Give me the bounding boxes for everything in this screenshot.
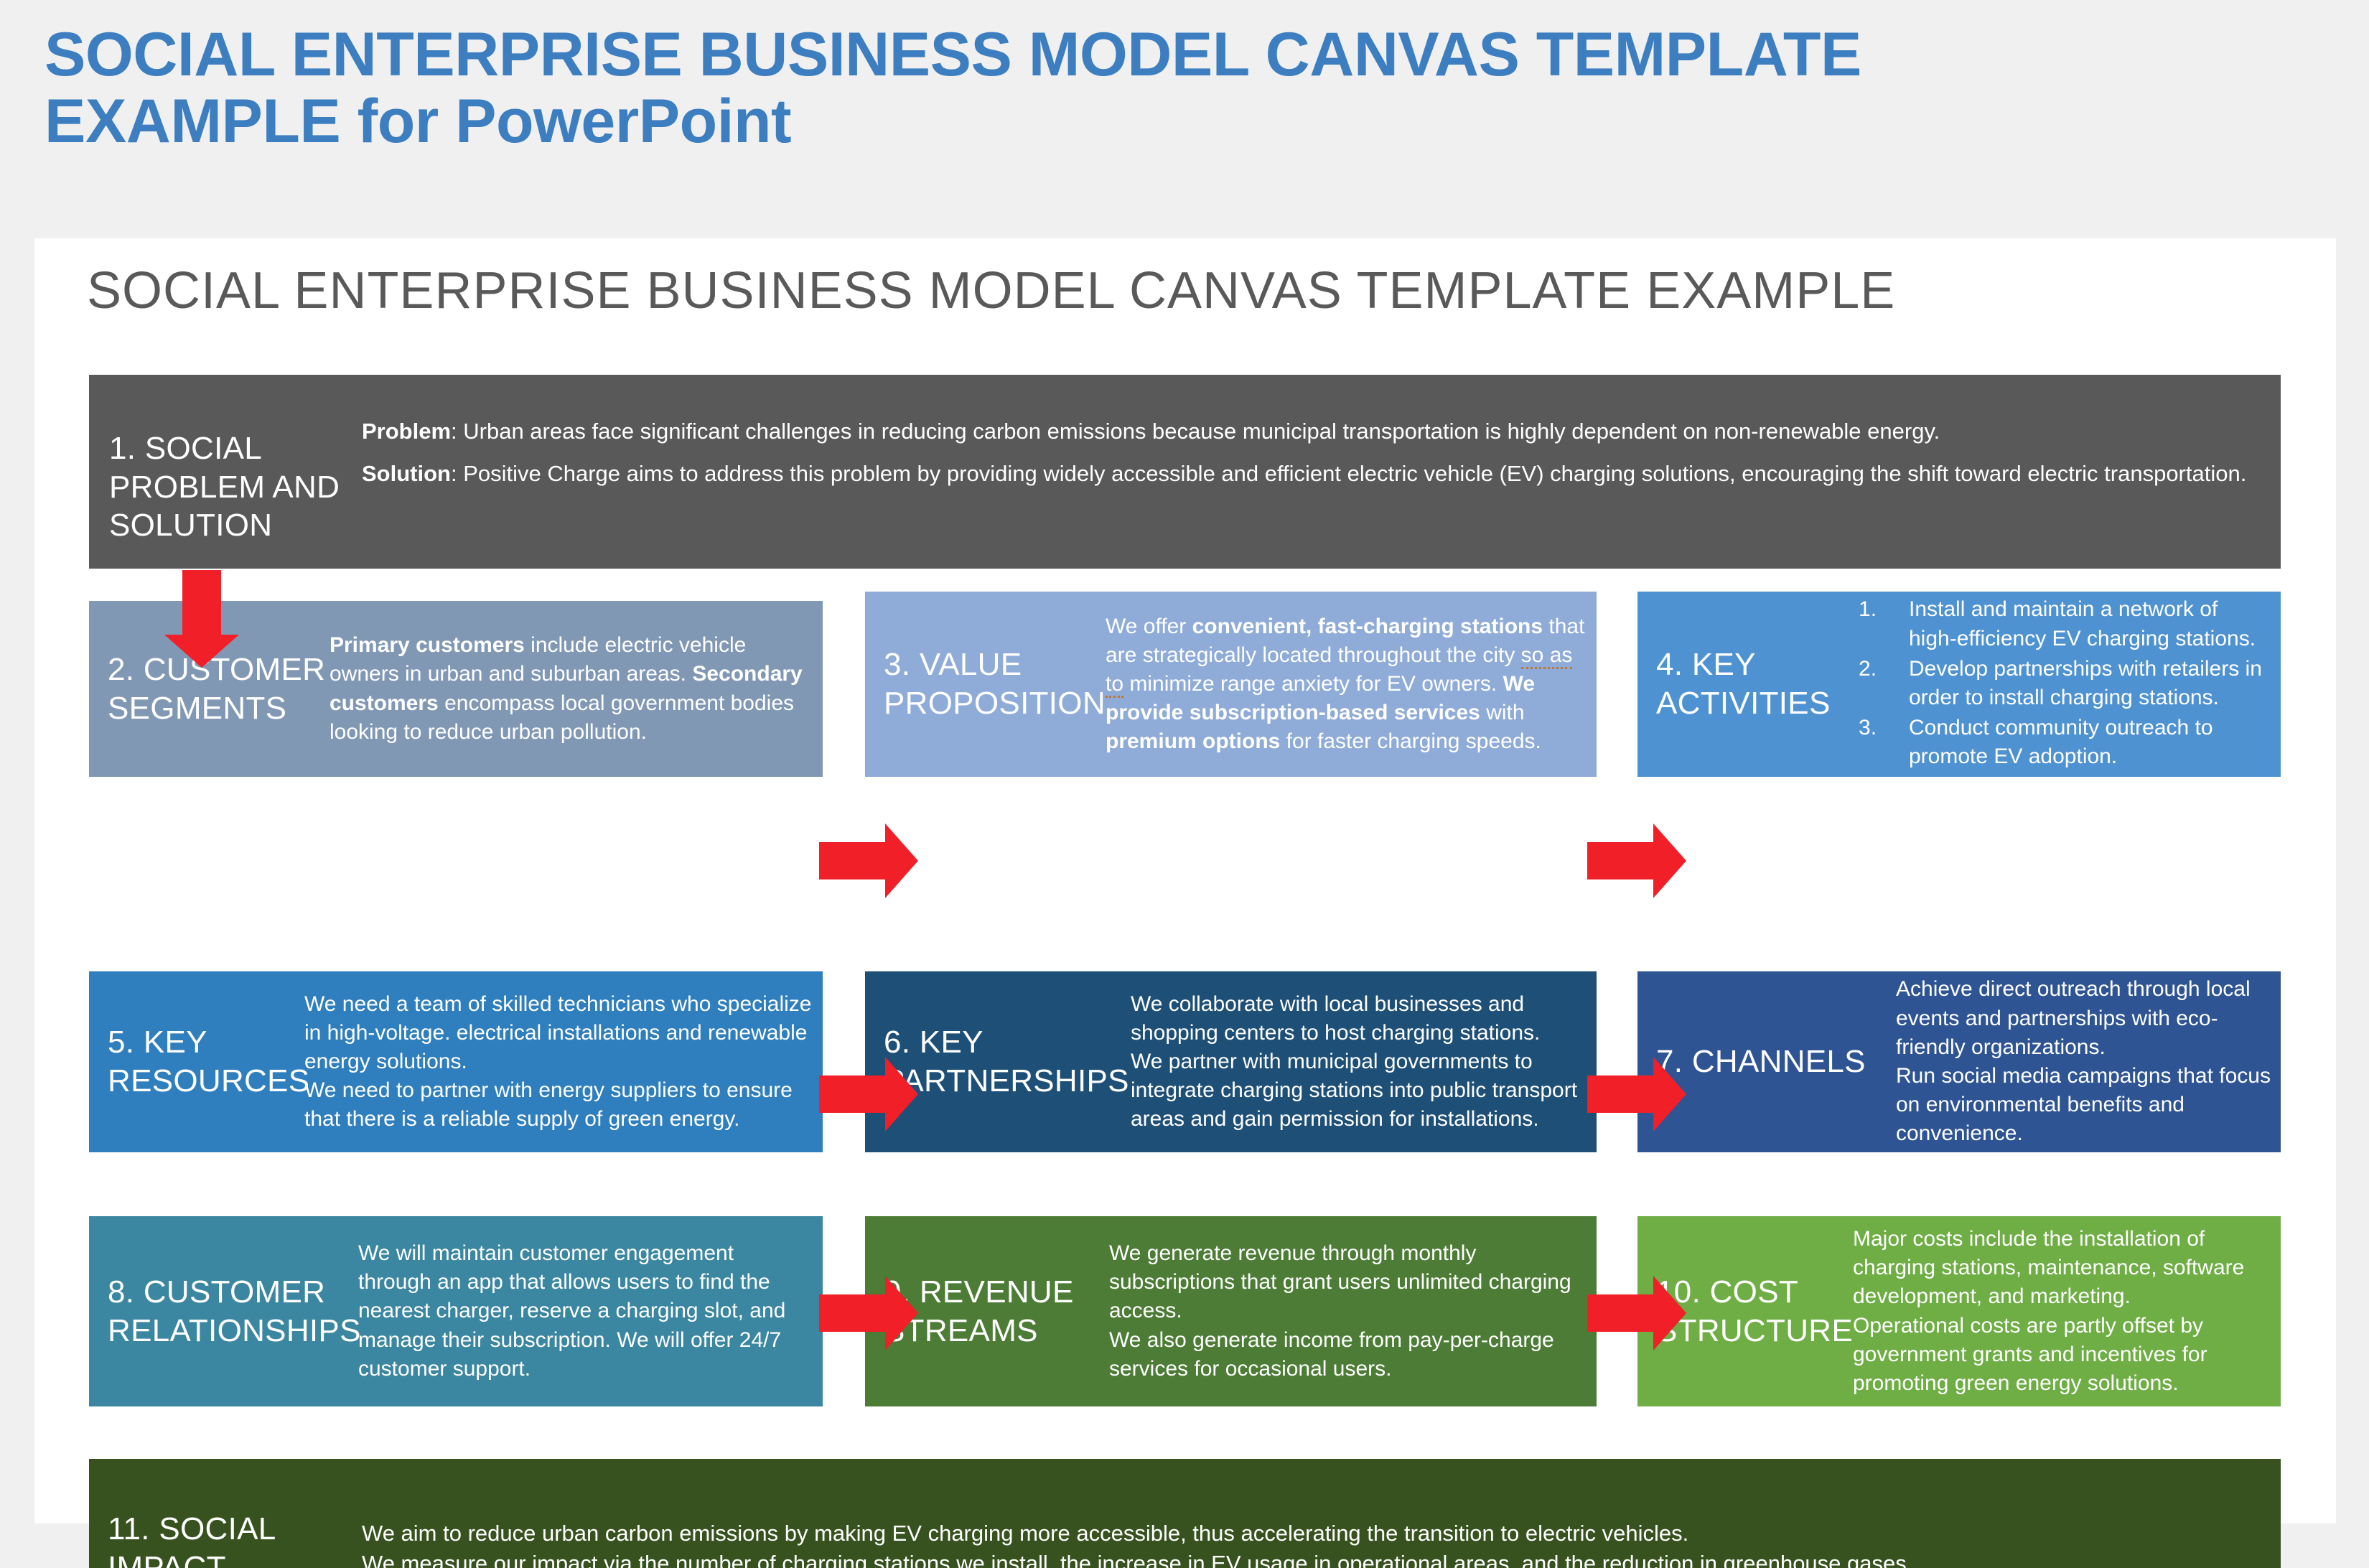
lead-problem: Problem (362, 419, 452, 444)
arrow-right-icon (819, 1294, 885, 1332)
page-title-line-2: EXAMPLE for PowerPoint (45, 86, 792, 156)
text-line: We partner with municipal governments to… (1131, 1049, 1578, 1131)
block-key-partnerships[interactable]: 6. KEY PARTNERSHIPS We collaborate with … (865, 971, 1597, 1152)
vp-seg-6: with (1480, 701, 1525, 725)
block-cost-structure[interactable]: 10. COST STRUCTURE Major costs include t… (1637, 1216, 2281, 1406)
text-line: We need a team of skilled technicians wh… (304, 991, 812, 1073)
vp-seg-4: minimize range anxiety for EV owners. (1123, 671, 1503, 696)
block-body: We collaborate with local businesses and… (1131, 990, 1597, 1134)
block-body: We offer convenient, fast-charging stati… (1106, 612, 1597, 757)
vp-seg-7: premium options (1106, 729, 1281, 754)
text-line: We also generate income from pay-per-cha… (1109, 1327, 1554, 1381)
arrow-right-icon (819, 842, 885, 879)
block-body: We need a team of skilled technicians wh… (304, 990, 823, 1134)
block-body: We aim to reduce urban carbon emissions … (362, 1518, 2281, 1568)
text-line: We generate revenue through monthly subs… (1109, 1241, 1571, 1323)
arrow-right-icon (1587, 1075, 1653, 1113)
arrow-right-icon (1587, 842, 1653, 879)
text-problem: : Urban areas face significant challenge… (451, 419, 1940, 444)
slide-root: SOCIAL ENTERPRISE BUSINESS MODEL CANVAS … (0, 0, 2369, 1568)
vp-seg-8: for faster charging speeds. (1280, 729, 1541, 754)
page-title: SOCIAL ENTERPRISE BUSINESS MODEL CANVAS … (45, 22, 2327, 155)
text-line: Run social media campaigns that focus on… (1896, 1064, 2271, 1146)
page-title-line-1: SOCIAL ENTERPRISE BUSINESS MODEL CANVAS … (45, 20, 1861, 89)
block-label: 4. KEY ACTIVITIES (1656, 647, 1831, 721)
text-line: We will maintain customer engagement thr… (358, 1241, 786, 1381)
text-line: We aim to reduce urban carbon emissions … (362, 1521, 1689, 1546)
block-label: 3. VALUE PROPOSITION (884, 647, 1106, 721)
block-label: 5. KEY RESOURCES (108, 1025, 310, 1098)
arrow-right-icon (1587, 1294, 1653, 1332)
vp-seg-0: We offer (1106, 614, 1192, 638)
block-value-proposition[interactable]: 3. VALUE PROPOSITION We offer convenient… (865, 592, 1597, 777)
text-line: Achieve direct outreach through local ev… (1896, 977, 2251, 1059)
block-body: Problem: Urban areas face significant ch… (362, 375, 2281, 488)
block-body: Install and maintain a network of high-e… (1853, 595, 2281, 773)
block-body: We will maintain customer engagement thr… (358, 1239, 823, 1383)
lead-solution: Solution (362, 460, 451, 486)
block-revenue-streams[interactable]: 9. REVENUE STREAMS We generate revenue t… (865, 1216, 1597, 1406)
block-key-resources[interactable]: 5. KEY RESOURCES We need a team of skill… (89, 971, 823, 1152)
block-body: Achieve direct outreach through local ev… (1896, 975, 2281, 1148)
block-label: 1. SOCIAL PROBLEM AND SOLUTION (109, 431, 340, 543)
block-body: Primary customers include electric vehic… (330, 631, 823, 747)
block-customer-relationships[interactable]: 8. CUSTOMER RELATIONSHIPS We will mainta… (89, 1216, 823, 1406)
canvas-sheet: SOCIAL ENTERPRISE BUSINESS MODEL CANVAS … (34, 238, 2336, 1568)
block-body: Major costs include the installation of … (1853, 1225, 2281, 1398)
arrow-down-icon (182, 570, 221, 635)
block-body: We generate revenue through monthly subs… (1109, 1239, 1597, 1383)
lead-primary-customers: Primary customers (330, 633, 525, 658)
text-line: Major costs include the installation of … (1853, 1226, 2245, 1309)
text-solution: : Positive Charge aims to address this p… (450, 460, 2247, 486)
block-social-impact[interactable]: 11. SOCIAL IMPACT We aim to reduce urban… (89, 1459, 2281, 1568)
block-label: 11. SOCIAL IMPACT (108, 1511, 275, 1568)
text-line: We need to partner with energy suppliers… (304, 1078, 793, 1131)
list-item: Install and maintain a network of high-e… (1859, 595, 2256, 650)
text-line: We measure our impact via the number of … (362, 1551, 1913, 1568)
text-line: Operational costs are partly offset by g… (1853, 1313, 2207, 1395)
list-item: Develop partnerships with retailers in o… (1859, 655, 2262, 709)
vp-seg-1: convenient, fast-charging stations (1192, 614, 1543, 638)
block-channels[interactable]: 7. CHANNELS Achieve direct outreach thro… (1637, 971, 2281, 1152)
block-label: 8. CUSTOMER RELATIONSHIPS (108, 1274, 361, 1348)
list-item: Conduct community outreach to promote EV… (1859, 714, 2213, 769)
block-social-problem-and-solution[interactable]: 1. SOCIAL PROBLEM AND SOLUTION Problem: … (89, 375, 2281, 569)
block-key-activities[interactable]: 4. KEY ACTIVITIES Install and maintain a… (1637, 592, 2281, 777)
key-activities-list: Install and maintain a network of high-e… (1853, 595, 2271, 771)
text-line: We collaborate with local businesses and… (1131, 991, 1541, 1045)
canvas-title: SOCIAL ENTERPRISE BUSINESS MODEL CANVAS … (87, 262, 1896, 319)
arrow-right-icon (819, 1075, 885, 1113)
